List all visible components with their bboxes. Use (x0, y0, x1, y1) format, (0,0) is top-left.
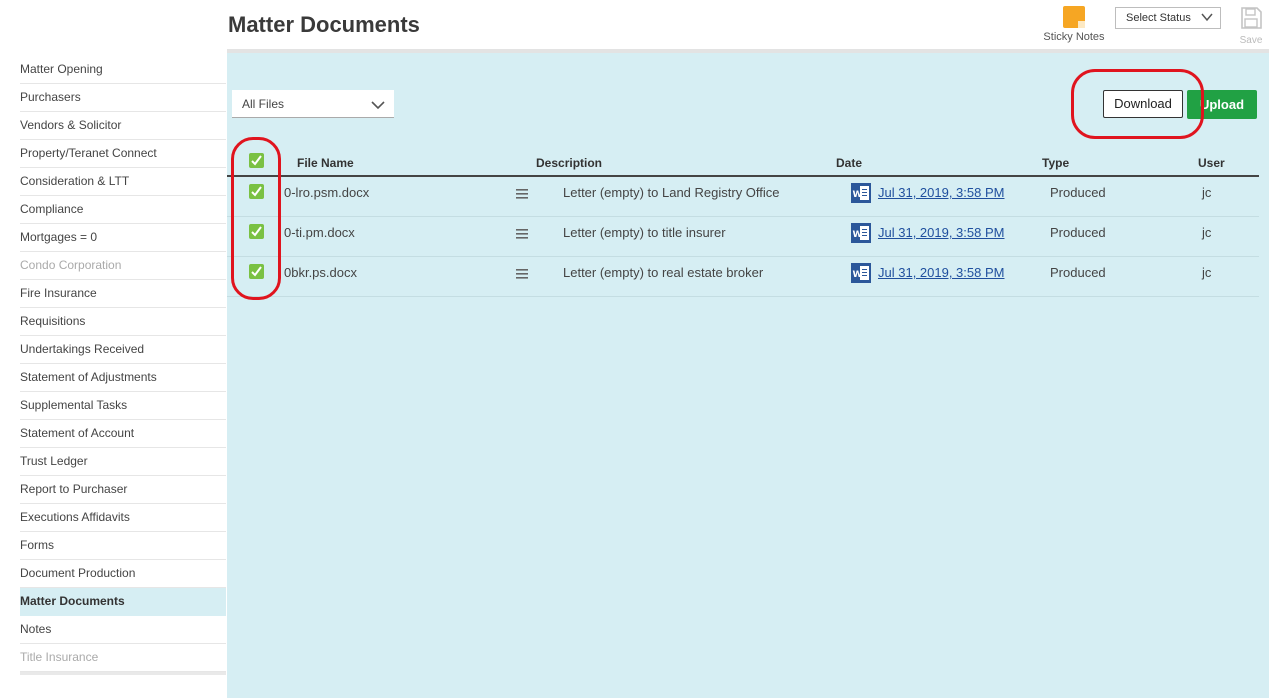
column-header-type[interactable]: Type (1042, 156, 1069, 170)
sidebar-bottom-rule (20, 672, 226, 675)
sidebar-item[interactable]: Trust Ledger (20, 448, 226, 476)
svg-text:W: W (853, 270, 863, 280)
column-header-date[interactable]: Date (836, 156, 862, 170)
sticky-notes-label: Sticky Notes (1043, 31, 1105, 43)
description: Letter (empty) to real estate broker (563, 265, 764, 280)
sidebar-item: Title Insurance (20, 644, 226, 672)
sidebar-item[interactable]: Executions Affidavits (20, 504, 226, 532)
row-checkbox[interactable] (249, 264, 264, 279)
document-date-link[interactable]: Jul 31, 2019, 3:58 PM (878, 225, 1004, 240)
column-header-description[interactable]: Description (536, 156, 602, 170)
chevron-down-icon (1201, 13, 1213, 22)
sidebar-item[interactable]: Compliance (20, 196, 226, 224)
hamburger-menu-icon[interactable] (516, 189, 528, 199)
status-select[interactable]: Select Status (1115, 7, 1221, 29)
upload-button[interactable]: Upload (1187, 90, 1257, 119)
word-document-icon: W (851, 183, 871, 203)
document-date-link[interactable]: Jul 31, 2019, 3:58 PM (878, 185, 1004, 200)
main-panel: All Files Download Upload File Name Desc… (227, 53, 1269, 698)
file-filter-select[interactable]: All Files (232, 90, 394, 118)
document-type: Produced (1050, 265, 1106, 280)
sidebar-item[interactable]: Purchasers (20, 84, 226, 112)
sidebar-item[interactable]: Matter Documents (20, 588, 226, 616)
row-checkbox[interactable] (249, 224, 264, 239)
table-row[interactable]: 0-lro.psm.docx Letter (empty) to Land Reg… (227, 177, 1259, 217)
sidebar-item[interactable]: Consideration & LTT (20, 168, 226, 196)
column-header-file-name[interactable]: File Name (297, 156, 354, 170)
word-document-icon: W (851, 223, 871, 243)
documents-table: File Name Description Date Type User 0-l… (227, 149, 1259, 297)
checkmark-icon (251, 226, 262, 237)
word-document-icon: W (851, 263, 871, 283)
checkmark-icon (251, 186, 262, 197)
file-name[interactable]: 0-lro.psm.docx (284, 185, 369, 200)
column-header-user[interactable]: User (1198, 156, 1225, 170)
sidebar-item[interactable]: Requisitions (20, 308, 226, 336)
document-date-link[interactable]: Jul 31, 2019, 3:58 PM (878, 265, 1004, 280)
table-row[interactable]: 0bkr.ps.docx Letter (empty) to real estat… (227, 257, 1259, 297)
sidebar-item[interactable]: Fire Insurance (20, 280, 226, 308)
sticky-notes-button[interactable]: Sticky Notes (1040, 6, 1108, 46)
sidebar-item[interactable]: Notes (20, 616, 226, 644)
svg-text:W: W (853, 190, 863, 200)
description: Letter (empty) to title insurer (563, 225, 726, 240)
download-button[interactable]: Download (1103, 90, 1183, 118)
sidebar-item[interactable]: Document Production (20, 560, 226, 588)
select-all-checkbox[interactable] (249, 153, 264, 168)
sidebar-item: Condo Corporation (20, 252, 226, 280)
sticky-note-icon (1063, 6, 1085, 28)
row-checkbox[interactable] (249, 184, 264, 199)
save-label: Save (1239, 35, 1263, 46)
description: Letter (empty) to Land Registry Office (563, 185, 780, 200)
document-type: Produced (1050, 185, 1106, 200)
sidebar-item[interactable]: Undertakings Received (20, 336, 226, 364)
sidebar-item[interactable]: Report to Purchaser (20, 476, 226, 504)
document-user: jc (1202, 185, 1212, 200)
table-row[interactable]: 0-ti.pm.docx Letter (empty) to title insu… (227, 217, 1259, 257)
checkmark-icon (251, 266, 262, 277)
chevron-down-icon (371, 101, 385, 110)
checkmark-icon (251, 155, 262, 166)
sidebar-item[interactable]: Property/Teranet Connect (20, 140, 226, 168)
sidebar-item[interactable]: Matter Opening (20, 56, 226, 84)
file-name[interactable]: 0-ti.pm.docx (284, 225, 355, 240)
page-title: Matter Documents (228, 12, 420, 37)
sidebar-item[interactable]: Statement of Adjustments (20, 364, 226, 392)
document-user: jc (1202, 225, 1212, 240)
sidebar-item[interactable]: Statement of Account (20, 420, 226, 448)
file-name[interactable]: 0bkr.ps.docx (284, 265, 357, 280)
save-button[interactable]: Save (1236, 6, 1266, 46)
hamburger-menu-icon[interactable] (516, 269, 528, 279)
table-header: File Name Description Date Type User (227, 149, 1259, 177)
hamburger-menu-icon[interactable] (516, 229, 528, 239)
document-user: jc (1202, 265, 1212, 280)
table-body: 0-lro.psm.docx Letter (empty) to Land Reg… (227, 177, 1259, 297)
floppy-disk-icon (1241, 7, 1262, 29)
status-select-value: Select Status (1126, 12, 1191, 24)
svg-text:W: W (853, 230, 863, 240)
sidebar-item[interactable]: Mortgages = 0 (20, 224, 226, 252)
document-type: Produced (1050, 225, 1106, 240)
sidebar-nav: Matter Opening Purchasers Vendors & Solici… (20, 56, 226, 675)
sidebar-item[interactable]: Supplemental Tasks (20, 392, 226, 420)
sidebar-item[interactable]: Forms (20, 532, 226, 560)
file-filter-value: All Files (242, 97, 285, 111)
sidebar-item[interactable]: Vendors & Solicitor (20, 112, 226, 140)
